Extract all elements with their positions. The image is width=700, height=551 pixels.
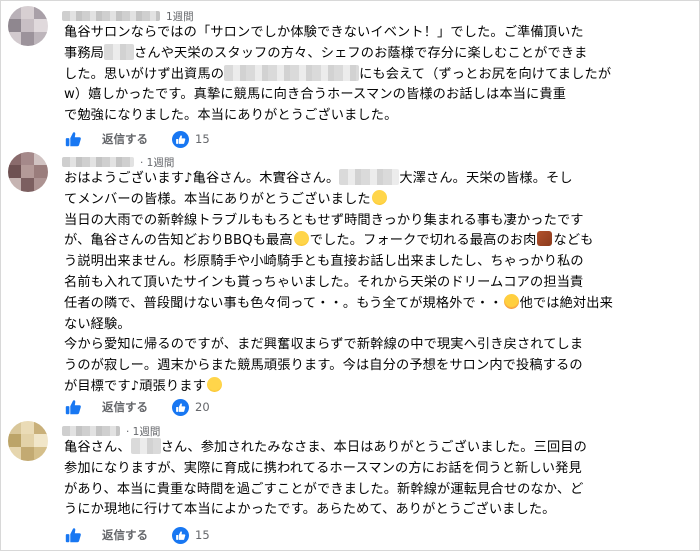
reaction-like-icon — [172, 398, 189, 416]
reply-button[interactable]: 返信する — [102, 399, 148, 415]
reply-button[interactable]: 返信する — [102, 131, 148, 147]
reaction-count: 20 — [195, 400, 210, 414]
comment-actions: 返信する 15 — [64, 129, 210, 149]
comment-text: 亀谷さん、 さん、参加されたみなさま、本日はありがとうございました。三回目の 参加… — [64, 438, 587, 518]
reaction-summary[interactable]: 15 — [172, 130, 210, 148]
meat-icon — [537, 231, 553, 247]
crying-face-icon — [371, 189, 387, 205]
redacted-horse-name — [224, 64, 360, 81]
thumbs-up-icon[interactable] — [64, 526, 82, 544]
reaction-summary[interactable]: 15 — [172, 526, 210, 544]
comment-actions: 返信する 15 — [64, 525, 210, 545]
reaction-count: 15 — [195, 132, 210, 146]
avatar[interactable] — [8, 6, 48, 46]
timestamp[interactable]: · 1週間 — [126, 424, 160, 439]
author-name-redacted[interactable] — [62, 11, 160, 21]
redacted-name — [104, 43, 135, 60]
avatar[interactable] — [8, 152, 48, 192]
reply-button[interactable]: 返信する — [102, 527, 148, 543]
thumbs-up-icon[interactable] — [64, 130, 82, 148]
author-name-redacted[interactable] — [62, 426, 120, 436]
reaction-like-icon — [172, 130, 189, 148]
laughing-face-icon — [293, 231, 309, 247]
comment-meta: 1週間 — [62, 9, 194, 23]
comment-meta: · 1週間 — [62, 424, 160, 438]
timestamp[interactable]: · 1週間 — [140, 155, 174, 170]
reaction-summary[interactable]: 20 — [172, 398, 210, 416]
reaction-like-icon — [172, 526, 189, 544]
comment-text: おはようございます♪亀谷さん。木實谷さん。 大澤さん。天栄の皆様。そし てメンバー… — [64, 169, 613, 394]
comment-text: 亀谷サロンならではの「サロンでしか体験できないイベント！」でした。ご準備頂いた … — [64, 25, 612, 124]
comment-meta: · 1週間 — [62, 155, 174, 169]
thumbs-up-icon[interactable] — [64, 398, 82, 416]
timestamp[interactable]: 1週間 — [166, 9, 194, 24]
redacted-name — [130, 438, 161, 454]
flushed-face-icon — [206, 376, 222, 392]
smiling-hearts-face-icon — [503, 293, 519, 309]
comment-actions: 返信する 20 — [64, 397, 210, 417]
author-name-redacted[interactable] — [62, 157, 134, 167]
reaction-count: 15 — [195, 528, 210, 542]
redacted-name — [339, 169, 400, 185]
avatar[interactable] — [8, 421, 48, 461]
